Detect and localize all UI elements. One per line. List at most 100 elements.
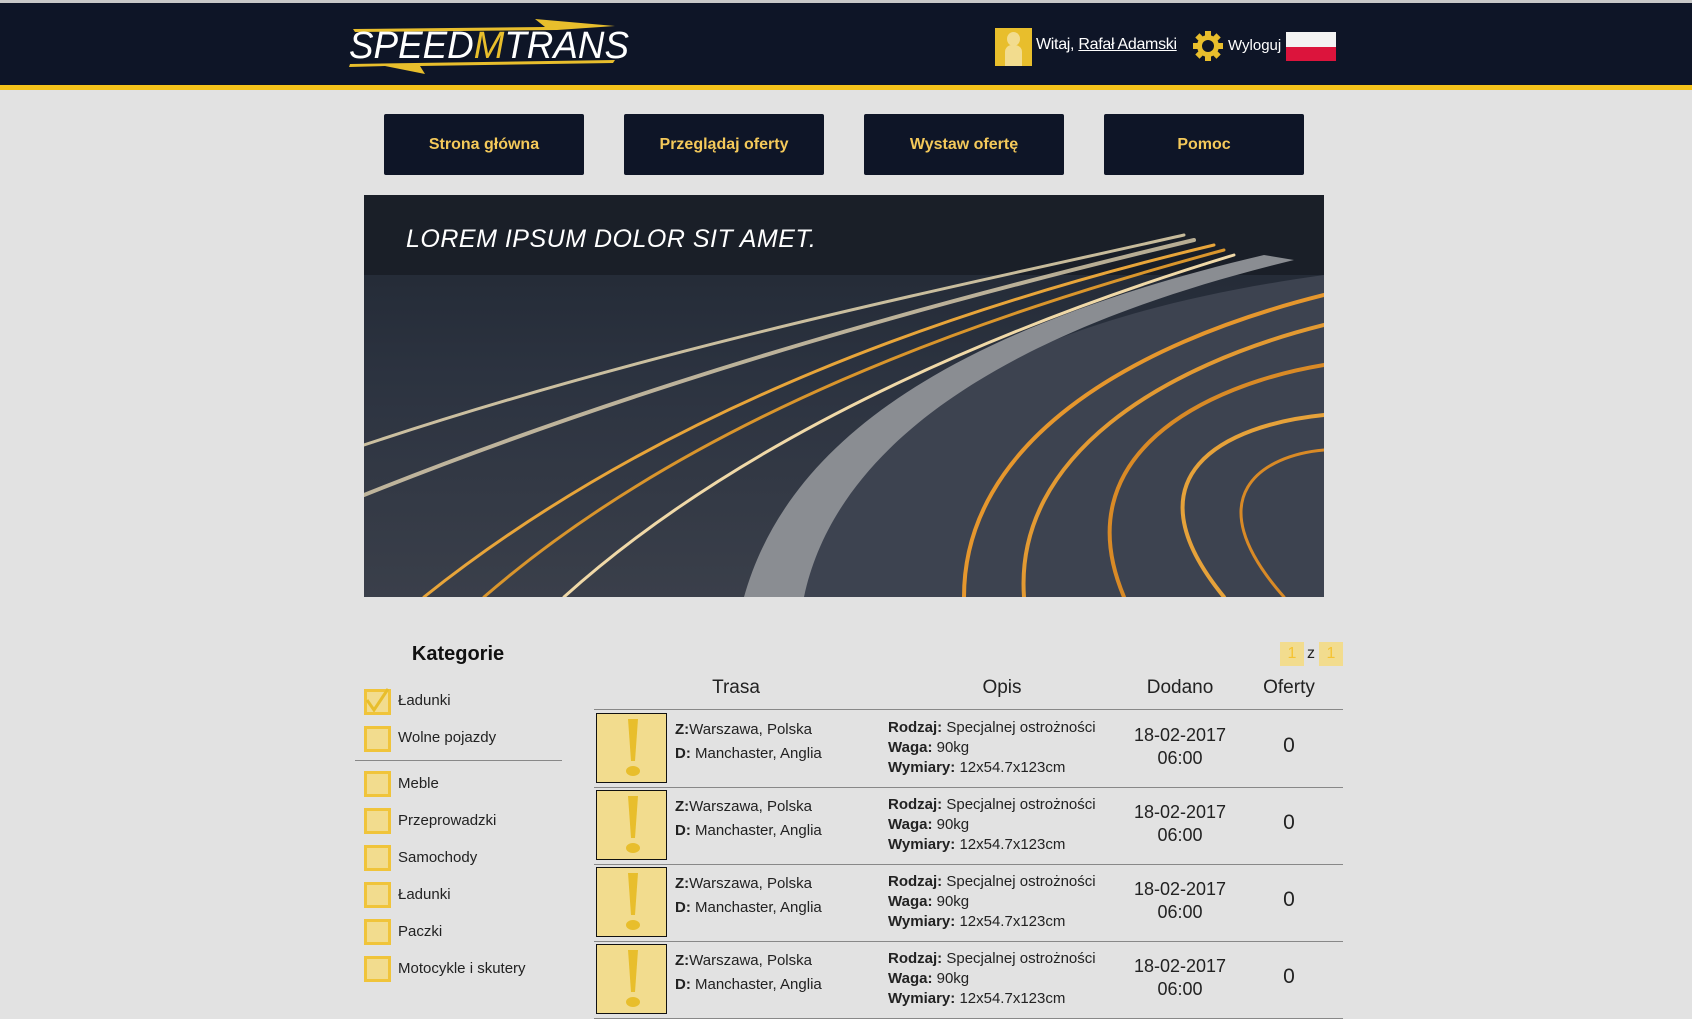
warning-icon <box>596 713 667 783</box>
from-label: Z: <box>675 952 690 969</box>
route-cell: Z:Warszawa, Polska D: Manchaster, Anglia <box>675 949 822 997</box>
dimensions-label: Wymiary: <box>888 990 956 1007</box>
from-value: Warszawa, Polska <box>689 952 812 969</box>
weight-value: 90kg <box>936 739 970 756</box>
nav-home[interactable]: Strona główna <box>384 114 584 175</box>
table-row[interactable]: Z:Warszawa, Polska D: Manchaster, Anglia… <box>594 941 1343 1018</box>
added-date: 18-02-2017 <box>1133 725 1227 745</box>
checkbox-wolne-pojazdy[interactable] <box>364 726 391 752</box>
description-cell: Rodzaj: Specjalnej ostrożności Waga: 90k… <box>888 949 1096 1009</box>
categories-title: Kategorie <box>411 643 505 665</box>
category-label: Samochody <box>398 849 478 866</box>
from-label: Z: <box>675 875 690 892</box>
user-profile-link[interactable]: Rafał Adamski <box>1078 36 1177 53</box>
type-label: Rodzaj: <box>888 873 943 890</box>
table-row[interactable]: Z:Warszawa, Polska D: Manchaster, Anglia… <box>594 710 1343 787</box>
dimensions-label: Wymiary: <box>888 836 956 853</box>
to-label: D: <box>675 899 691 916</box>
checkbox-ladunki-2[interactable] <box>364 882 391 908</box>
offers-count: 0 <box>1283 965 1295 988</box>
checkbox-przeprowadzki[interactable] <box>364 808 391 834</box>
pagination-current-page[interactable]: 1 <box>1280 642 1304 666</box>
to-label: D: <box>675 822 691 839</box>
weight-label: Waga: <box>888 739 933 756</box>
weight-label: Waga: <box>888 970 933 987</box>
to-value: Manchaster, Anglia <box>695 899 822 916</box>
dimensions-label: Wymiary: <box>888 759 956 776</box>
added-time: 06:00 <box>1157 979 1203 999</box>
weight-label: Waga: <box>888 893 933 910</box>
from-value: Warszawa, Polska <box>689 798 812 815</box>
dimensions-value: 12x54.7x123cm <box>959 836 1066 853</box>
flag-poland-icon[interactable] <box>1286 32 1336 61</box>
table-row[interactable]: Z:Warszawa, Polska D: Manchaster, Anglia… <box>594 787 1343 864</box>
user-icon[interactable] <box>995 28 1032 66</box>
checkbox-meble[interactable] <box>364 771 391 797</box>
pagination-total-pages[interactable]: 1 <box>1319 642 1343 666</box>
header <box>0 3 1692 90</box>
checkbox-samochody[interactable] <box>364 845 391 871</box>
checkmark-icon <box>365 688 389 712</box>
gear-icon[interactable] <box>1193 31 1223 61</box>
nav-help[interactable]: Pomoc <box>1104 114 1304 175</box>
checkbox-ladunki[interactable] <box>364 688 391 715</box>
route-cell: Z:Warszawa, Polska D: Manchaster, Anglia <box>675 872 822 920</box>
added-date: 18-02-2017 <box>1133 956 1227 976</box>
highway-light-trails-image <box>364 195 1324 597</box>
column-header-dodano: Dodano <box>1146 677 1214 698</box>
from-value: Warszawa, Polska <box>689 875 812 892</box>
column-header-opis: Opis <box>982 677 1022 698</box>
type-label: Rodzaj: <box>888 719 943 736</box>
pagination-separator: z <box>1307 645 1315 662</box>
category-label: Przeprowadzki <box>398 812 497 829</box>
description-cell: Rodzaj: Specjalnej ostrożności Waga: 90k… <box>888 872 1096 932</box>
warning-icon <box>596 867 667 937</box>
checkbox-paczki[interactable] <box>364 919 391 945</box>
from-label: Z: <box>675 798 690 815</box>
added-time: 06:00 <box>1157 825 1203 845</box>
category-label: Ładunki <box>398 692 451 709</box>
added-time: 06:00 <box>1157 748 1203 768</box>
dimensions-label: Wymiary: <box>888 913 956 930</box>
weight-label: Waga: <box>888 816 933 833</box>
offers-count: 0 <box>1283 811 1295 834</box>
svg-text:SPEEDMTRANS: SPEEDMTRANS <box>349 25 629 67</box>
to-value: Manchaster, Anglia <box>695 745 822 762</box>
dimensions-value: 12x54.7x123cm <box>959 759 1066 776</box>
to-label: D: <box>675 745 691 762</box>
welcome-label: Witaj, <box>1036 36 1075 53</box>
from-label: Z: <box>675 721 690 738</box>
added-date-cell: 18-02-2017 06:00 <box>1120 724 1240 770</box>
hero-banner: LOREM IPSUM DOLOR SIT AMET. <box>364 195 1324 597</box>
welcome-text: Witaj, Rafał Adamski <box>1036 36 1177 54</box>
added-date-cell: 18-02-2017 06:00 <box>1120 878 1240 924</box>
nav-browse-offers[interactable]: Przeglądaj oferty <box>624 114 824 175</box>
categories-divider <box>355 760 562 761</box>
category-label: Motocykle i skutery <box>398 960 526 977</box>
type-value: Specjalnej ostrożności <box>946 950 1096 967</box>
checkbox-motocykle[interactable] <box>364 956 391 982</box>
description-cell: Rodzaj: Specjalnej ostrożności Waga: 90k… <box>888 718 1096 778</box>
dimensions-value: 12x54.7x123cm <box>959 913 1066 930</box>
column-header-trasa: Trasa <box>712 677 760 698</box>
to-label: D: <box>675 976 691 993</box>
warning-icon <box>596 944 667 1014</box>
from-value: Warszawa, Polska <box>689 721 812 738</box>
added-date: 18-02-2017 <box>1133 802 1227 822</box>
logout-link[interactable]: Wyloguj <box>1228 37 1281 54</box>
offers-count: 0 <box>1283 888 1295 911</box>
category-label: Ładunki <box>398 886 451 903</box>
category-label: Paczki <box>398 923 443 940</box>
description-cell: Rodzaj: Specjalnej ostrożności Waga: 90k… <box>888 795 1096 855</box>
weight-value: 90kg <box>936 970 970 987</box>
table-row[interactable]: Z:Warszawa, Polska D: Manchaster, Anglia… <box>594 864 1343 941</box>
speedmtrans-logo[interactable]: SPEEDMTRANS <box>345 17 635 77</box>
type-label: Rodzaj: <box>888 796 943 813</box>
type-value: Specjalnej ostrożności <box>946 873 1096 890</box>
category-label: Wolne pojazdy <box>398 729 497 746</box>
nav-post-offer[interactable]: Wystaw ofertę <box>864 114 1064 175</box>
offers-count: 0 <box>1283 734 1295 757</box>
route-cell: Z:Warszawa, Polska D: Manchaster, Anglia <box>675 795 822 843</box>
type-value: Specjalnej ostrożności <box>946 796 1096 813</box>
added-date: 18-02-2017 <box>1133 879 1227 899</box>
